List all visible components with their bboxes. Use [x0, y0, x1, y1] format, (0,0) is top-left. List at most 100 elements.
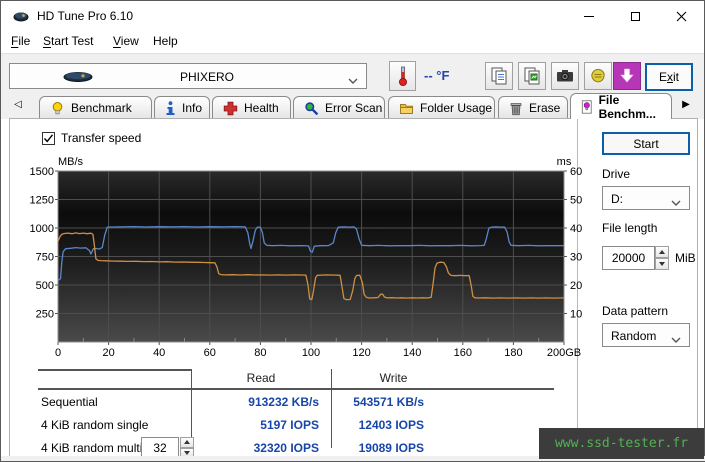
tab-scroll-left-button[interactable]: ◁ — [9, 99, 27, 110]
svg-text:ms: ms — [557, 156, 572, 168]
chevron-down-icon — [671, 195, 681, 209]
copy-image-icon — [524, 67, 540, 85]
row-label-random-multi: 4 KiB random multi — [41, 441, 143, 455]
drive-combobox[interactable]: D: — [602, 186, 690, 210]
stepper-up-button[interactable] — [655, 246, 669, 258]
svg-text:40: 40 — [570, 223, 582, 235]
svg-text:100: 100 — [302, 347, 320, 359]
save-download-icon — [620, 68, 634, 83]
drive-selector-combobox[interactable]: PHIXERO — [9, 63, 367, 89]
lightbulb-icon — [52, 101, 63, 114]
column-header-write: Write — [379, 371, 408, 385]
random-multi-write-value: 19089 IOPS — [358, 441, 424, 455]
trash-icon — [510, 102, 522, 115]
file-length-stepper — [655, 246, 669, 270]
screenshot-camera-icon — [557, 70, 573, 82]
svg-text:10: 10 — [570, 309, 582, 321]
tab-scroll-right-button[interactable]: ▶ — [677, 99, 695, 110]
arrow-up-icon — [659, 250, 665, 254]
tab-info[interactable]: Info — [154, 96, 210, 119]
svg-text:20: 20 — [102, 347, 114, 359]
start-button[interactable]: Start — [602, 132, 690, 155]
window-title: HD Tune Pro 6.10 — [37, 9, 134, 23]
svg-text:80: 80 — [254, 347, 266, 359]
donate-hand-icon — [591, 68, 605, 83]
benchmark-chart: 1500125010007505002506050403020100 20 40 60… — [30, 156, 583, 359]
svg-text:60: 60 — [570, 166, 582, 178]
minimize-button[interactable] — [566, 1, 612, 31]
checkbox-check-icon — [42, 131, 55, 145]
drive-selector-value: PHIXERO — [180, 70, 235, 84]
menu-start-test[interactable]: Start Test — [43, 34, 93, 48]
table-rule — [38, 388, 554, 390]
chevron-down-icon — [671, 332, 681, 346]
svg-text:500: 500 — [36, 280, 54, 292]
close-button[interactable] — [658, 1, 704, 31]
svg-text:0: 0 — [55, 347, 61, 359]
random-single-write-value: 12403 IOPS — [358, 418, 424, 432]
menu-file[interactable]: File — [11, 34, 30, 48]
health-cross-icon — [223, 101, 238, 115]
tab-folder-usage[interactable]: Folder Usage — [388, 96, 495, 119]
close-icon — [676, 11, 686, 21]
tab-file-benchmark[interactable]: File Benchm... — [570, 92, 672, 121]
column-header-read: Read — [246, 371, 276, 385]
svg-text:20: 20 — [570, 280, 582, 292]
svg-text:60: 60 — [204, 347, 216, 359]
transfer-speed-label: Transfer speed — [61, 131, 142, 145]
copy-text-icon — [491, 67, 507, 85]
screenshot-button[interactable] — [551, 62, 579, 90]
info-icon — [166, 100, 175, 115]
folder-icon — [400, 103, 413, 114]
random-multi-read-value: 32320 IOPS — [253, 441, 319, 455]
sequential-write-value: 543571 KB/s — [353, 395, 424, 409]
file-benchmark-icon — [581, 99, 592, 114]
table-rule — [38, 369, 191, 371]
exit-button[interactable]: Ex it — [645, 63, 693, 91]
tab-benchmark[interactable]: Benchmark — [39, 96, 152, 119]
disk-icon — [62, 71, 94, 86]
svg-text:1250: 1250 — [30, 195, 54, 207]
drive-label: Drive — [602, 167, 631, 181]
maximize-icon — [630, 11, 640, 21]
donate-button[interactable] — [584, 62, 612, 90]
tab-label: Info — [182, 101, 203, 115]
temperature-button[interactable] — [389, 61, 416, 91]
stepper-down-button[interactable] — [655, 258, 669, 270]
tab-label: Folder Usage — [420, 101, 493, 115]
tab-label: File Benchm... — [598, 92, 656, 121]
svg-text:40: 40 — [153, 347, 165, 359]
toolbar: PHIXERO -- °F E x it — [1, 53, 704, 93]
queue-depth-input[interactable]: 32 — [141, 437, 179, 458]
chevron-down-icon — [348, 73, 358, 87]
data-pattern-label: Data pattern — [602, 304, 669, 318]
save-results-button[interactable] — [613, 62, 641, 90]
hd-tune-window: { "window": { "title": "HD Tune Pro 6.10… — [0, 0, 705, 462]
tab-erase[interactable]: Erase — [498, 96, 568, 119]
copy-text-button[interactable] — [485, 62, 513, 90]
transfer-speed-checkbox[interactable]: Transfer speed — [42, 131, 141, 145]
data-pattern-combobox[interactable]: Random — [602, 323, 690, 347]
random-single-read-value: 5197 IOPS — [260, 418, 319, 432]
tab-label: Error Scan — [325, 101, 383, 115]
tab-label: Erase — [529, 101, 561, 115]
menu-help[interactable]: Help — [153, 34, 178, 48]
svg-text:140: 140 — [403, 347, 421, 359]
svg-text:160: 160 — [454, 347, 472, 359]
temperature-readout: -- °F — [424, 68, 450, 83]
tab-error-scan[interactable]: Error Scan — [293, 96, 385, 119]
drive-value: D: — [611, 192, 623, 206]
copy-image-button[interactable] — [518, 62, 546, 90]
maximize-button[interactable] — [612, 1, 658, 31]
results-table: Read Write Sequential 913232 KB/s 543571… — [1, 364, 576, 458]
tab-health[interactable]: Health — [212, 96, 291, 119]
svg-text:1000: 1000 — [30, 223, 54, 235]
menu-view[interactable]: View — [113, 34, 139, 48]
svg-text:180: 180 — [504, 347, 522, 359]
file-length-label: File length — [602, 221, 658, 235]
thermometer-icon — [398, 66, 407, 86]
svg-text:MB/s: MB/s — [58, 156, 84, 168]
file-length-input[interactable]: 20000 — [602, 246, 655, 270]
sequential-read-value: 913232 KB/s — [248, 395, 319, 409]
arrow-down-icon — [659, 262, 665, 266]
